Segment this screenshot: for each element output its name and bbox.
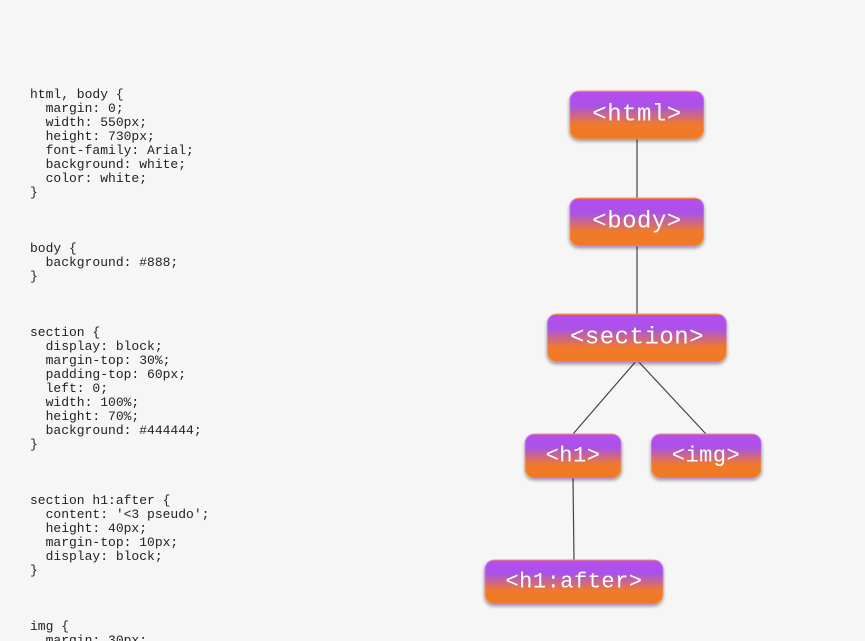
css-rule-img: img { margin: 30px; border-radius: 4px; … [30, 620, 390, 641]
node-h1-after: <h1:after> [484, 560, 663, 605]
css-rule-html-body: html, body { margin: 0; width: 550px; he… [30, 88, 390, 200]
node-img: <img> [651, 434, 762, 479]
node-html: <html> [569, 91, 704, 140]
node-h1: <h1> [525, 434, 622, 479]
css-rule-h1-after: section h1:after { content: '<3 pseudo';… [30, 494, 390, 578]
edge-section-h1 [573, 360, 637, 434]
node-body: <body> [569, 198, 704, 247]
css-rule-section: section { display: block; margin-top: 30… [30, 326, 390, 452]
edge-section-img [637, 360, 706, 434]
css-code: html, body { margin: 0; width: 550px; he… [30, 60, 390, 641]
node-section: <section> [547, 314, 727, 363]
css-rule-body: body { background: #888; } [30, 242, 390, 284]
edge-h1-h1after [573, 478, 574, 560]
